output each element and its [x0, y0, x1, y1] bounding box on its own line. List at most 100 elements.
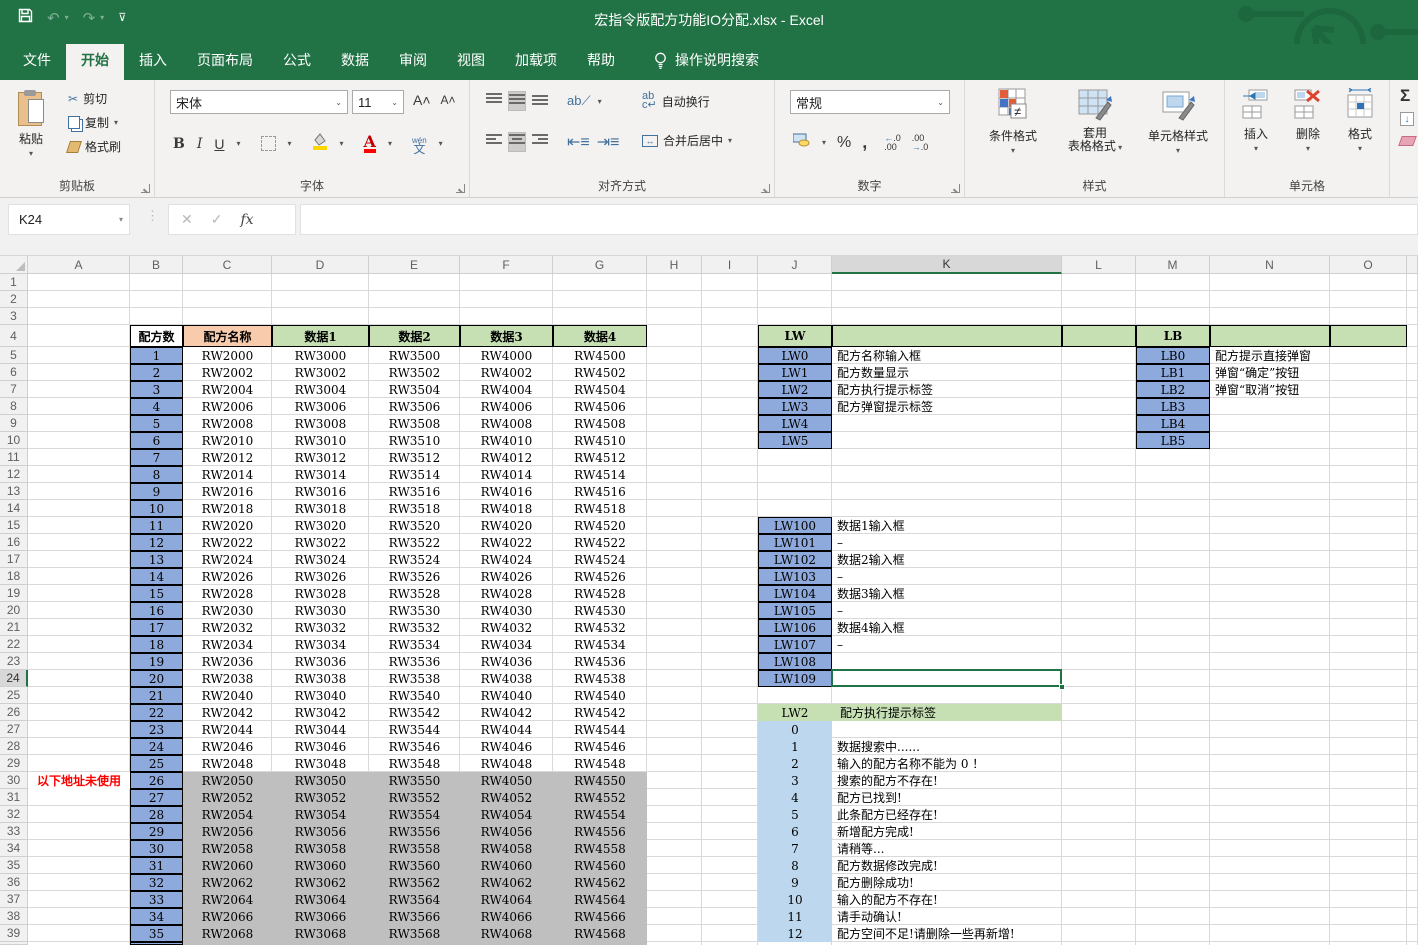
- fill-color-caret-icon[interactable]: ▾: [340, 139, 344, 148]
- cell-C19[interactable]: RW2028: [183, 585, 272, 602]
- cell-G15[interactable]: RW4520: [553, 517, 647, 534]
- cell-D37[interactable]: RW3064: [272, 891, 369, 908]
- cell-B12[interactable]: 8: [130, 466, 183, 483]
- fill-icon[interactable]: ↓: [1400, 112, 1414, 126]
- cell-B20[interactable]: 16: [130, 602, 183, 619]
- cell-D27[interactable]: RW3044: [272, 721, 369, 738]
- cell-C20[interactable]: RW2030: [183, 602, 272, 619]
- cell-D24[interactable]: RW3038: [272, 670, 369, 687]
- borders-icon[interactable]: [261, 136, 276, 151]
- row-header-38[interactable]: 38: [0, 908, 28, 925]
- cell-G22[interactable]: RW4534: [553, 636, 647, 653]
- cell-M5[interactable]: LB0: [1136, 347, 1210, 364]
- cell-K38[interactable]: 请手动确认!: [832, 908, 1062, 925]
- cell-G39[interactable]: RW4568: [553, 925, 647, 942]
- tab-review[interactable]: 审阅: [384, 44, 442, 80]
- select-all-corner[interactable]: [0, 256, 28, 274]
- row-header-34[interactable]: 34: [0, 840, 28, 857]
- cell-B22[interactable]: 18: [130, 636, 183, 653]
- cell-B21[interactable]: 17: [130, 619, 183, 636]
- percent-style-icon[interactable]: %: [837, 134, 851, 152]
- cell-E13[interactable]: RW3516: [369, 483, 460, 500]
- row-header-21[interactable]: 21: [0, 619, 28, 636]
- cell-J29[interactable]: 2: [758, 755, 832, 772]
- cell-E23[interactable]: RW3536: [369, 653, 460, 670]
- column-header-C[interactable]: C: [183, 256, 272, 274]
- cell-E20[interactable]: RW3530: [369, 602, 460, 619]
- row-header-25[interactable]: 25: [0, 687, 28, 704]
- cell-F32[interactable]: RW4054: [460, 806, 553, 823]
- cell-C9[interactable]: RW2008: [183, 415, 272, 432]
- decrease-indent-icon[interactable]: ⇤≡: [567, 132, 590, 152]
- cell-D29[interactable]: RW3048: [272, 755, 369, 772]
- cell-D22[interactable]: RW3034: [272, 636, 369, 653]
- cell-D39[interactable]: RW3068: [272, 925, 369, 942]
- cell-F6[interactable]: RW4002: [460, 364, 553, 381]
- cell-B9[interactable]: 5: [130, 415, 183, 432]
- column-header-B[interactable]: B: [130, 256, 183, 274]
- tab-data[interactable]: 数据: [326, 44, 384, 80]
- clipboard-dialog-launcher-icon[interactable]: [141, 184, 150, 193]
- cell-E29[interactable]: RW3548: [369, 755, 460, 772]
- cell-B31[interactable]: 27: [130, 789, 183, 806]
- cancel-icon[interactable]: ✕: [181, 211, 193, 228]
- cell-D6[interactable]: RW3002: [272, 364, 369, 381]
- column-header-partial[interactable]: [1407, 256, 1418, 274]
- cell-K20[interactable]: –: [832, 602, 1062, 619]
- cell-M10[interactable]: LB5: [1136, 432, 1210, 449]
- cell-D19[interactable]: RW3028: [272, 585, 369, 602]
- decrease-decimal-icon[interactable]: .00→.0: [912, 134, 929, 152]
- cell-D33[interactable]: RW3056: [272, 823, 369, 840]
- cell-G26[interactable]: RW4542: [553, 704, 647, 721]
- cell-C5[interactable]: RW2000: [183, 347, 272, 364]
- cell-F26[interactable]: RW4042: [460, 704, 553, 721]
- insert-function-icon[interactable]: fx: [240, 212, 253, 228]
- cell-F34[interactable]: RW4058: [460, 840, 553, 857]
- cell-C21[interactable]: RW2032: [183, 619, 272, 636]
- format-painter-button[interactable]: 格式刷: [68, 138, 121, 155]
- cell-F25[interactable]: RW4040: [460, 687, 553, 704]
- cell-J33[interactable]: 6: [758, 823, 832, 840]
- redo-caret-icon[interactable]: ▾: [100, 13, 104, 22]
- format-cells-button[interactable]: 格式 ▾: [1337, 88, 1383, 153]
- cell-F8[interactable]: RW4006: [460, 398, 553, 415]
- phonetic-caret-icon[interactable]: ▾: [439, 139, 443, 148]
- cell-N6[interactable]: 弹窗“确定”按钮: [1210, 364, 1330, 381]
- cell-E26[interactable]: RW3542: [369, 704, 460, 721]
- cell-B10[interactable]: 6: [130, 432, 183, 449]
- cell-K37[interactable]: 输入的配方不存在!: [832, 891, 1062, 908]
- undo-icon[interactable]: ↶: [47, 9, 60, 27]
- cell-B28[interactable]: 24: [130, 738, 183, 755]
- row-header-22[interactable]: 22: [0, 636, 28, 653]
- fill-handle[interactable]: [1059, 684, 1065, 690]
- row-header-14[interactable]: 14: [0, 500, 28, 517]
- row-header-11[interactable]: 11: [0, 449, 28, 466]
- cell-D23[interactable]: RW3036: [272, 653, 369, 670]
- underline-caret-icon[interactable]: ▾: [237, 139, 241, 148]
- autosum-icon[interactable]: Σ: [1400, 86, 1410, 106]
- cell-E37[interactable]: RW3564: [369, 891, 460, 908]
- cell-E5[interactable]: RW3500: [369, 347, 460, 364]
- tab-home[interactable]: 开始: [66, 44, 124, 80]
- cell-B15[interactable]: 11: [130, 517, 183, 534]
- font-size-select[interactable]: 11⌄: [352, 90, 404, 114]
- cell-styles-button[interactable]: 单元格样式 ▾: [1135, 88, 1221, 155]
- cell-J17[interactable]: LW102: [758, 551, 832, 568]
- cell-F28[interactable]: RW4046: [460, 738, 553, 755]
- cell-E18[interactable]: RW3526: [369, 568, 460, 585]
- cell-D34[interactable]: RW3058: [272, 840, 369, 857]
- cell-G24[interactable]: RW4538: [553, 670, 647, 687]
- alignment-dialog-launcher-icon[interactable]: [761, 184, 770, 193]
- row-header-6[interactable]: 6: [0, 364, 28, 381]
- tab-formulas[interactable]: 公式: [268, 44, 326, 80]
- align-middle-icon[interactable]: [509, 92, 525, 110]
- merge-caret-icon[interactable]: ▾: [728, 136, 732, 145]
- enter-icon[interactable]: ✓: [211, 211, 223, 228]
- cell-K29[interactable]: 输入的配方名称不能为 0 ！: [832, 755, 1062, 772]
- cell-C18[interactable]: RW2026: [183, 568, 272, 585]
- cell-E34[interactable]: RW3558: [369, 840, 460, 857]
- row-header-33[interactable]: 33: [0, 823, 28, 840]
- cell-D20[interactable]: RW3030: [272, 602, 369, 619]
- cell-G27[interactable]: RW4544: [553, 721, 647, 738]
- formula-bar-splitter[interactable]: ⋮: [146, 208, 159, 224]
